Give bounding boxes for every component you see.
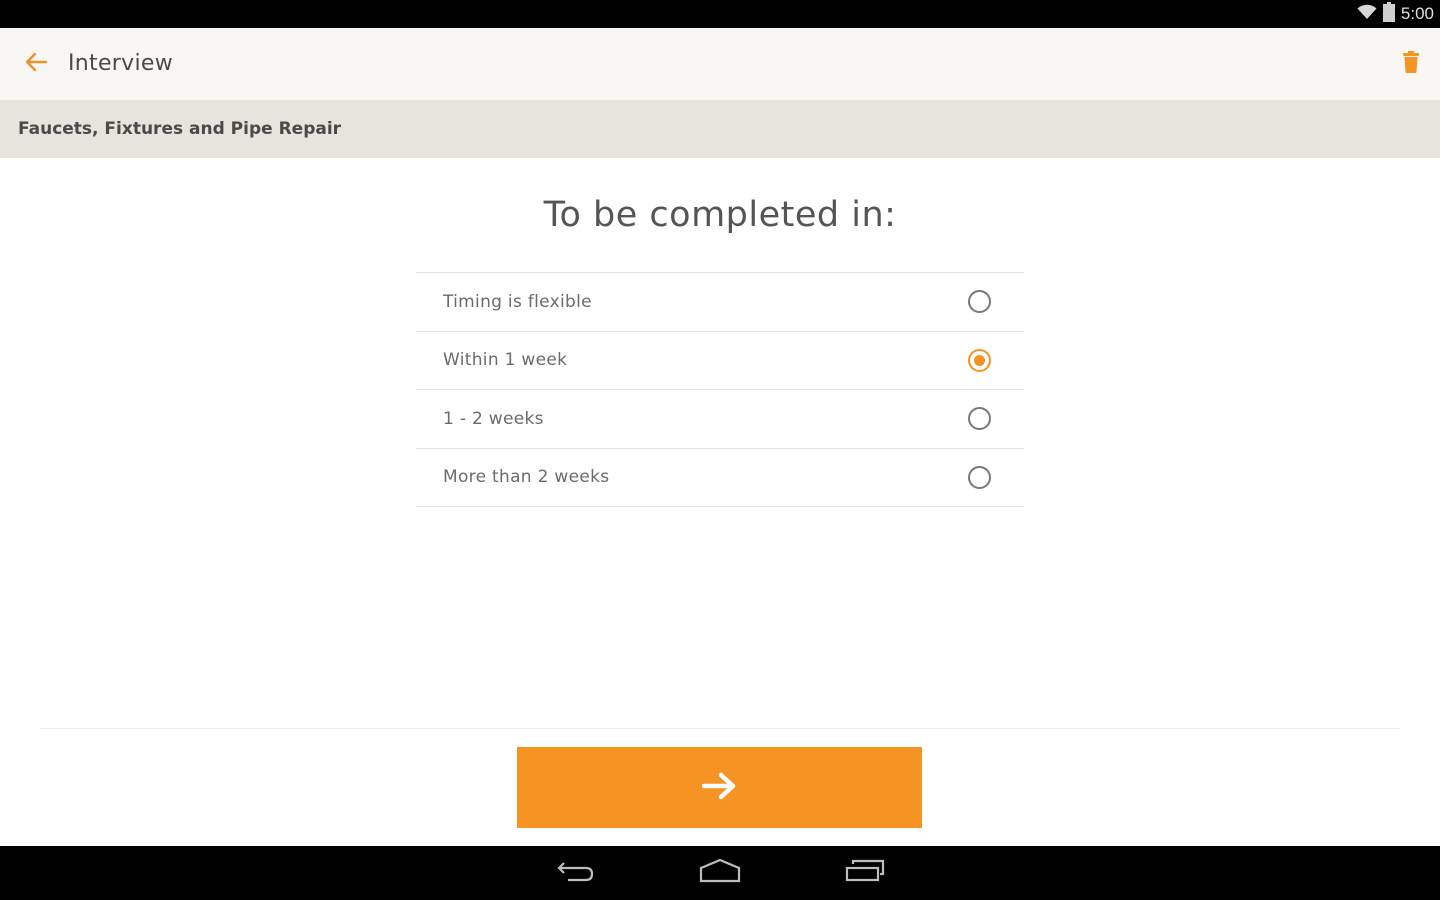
option-label: Timing is flexible xyxy=(443,291,592,312)
arrow-right-icon xyxy=(701,771,738,804)
category-bar: Faucets, Fixtures and Pipe Repair xyxy=(0,100,1440,158)
radio-button-selected[interactable] xyxy=(968,348,991,372)
footer-divider xyxy=(40,728,1400,729)
wifi-icon xyxy=(1357,4,1377,24)
status-icons: 5:00 xyxy=(1357,0,1434,28)
status-time: 5:00 xyxy=(1400,4,1434,23)
page-title: Interview xyxy=(68,51,173,76)
status-bar: 5:00 xyxy=(0,0,1440,28)
option-label: 1 - 2 weeks xyxy=(443,408,544,429)
nav-home-button[interactable] xyxy=(690,854,750,892)
radio-button[interactable] xyxy=(968,465,991,489)
options-list: Timing is flexible Within 1 week 1 - 2 w… xyxy=(416,272,1024,507)
next-button[interactable] xyxy=(517,747,922,828)
arrow-left-icon xyxy=(24,52,48,76)
option-within-1-week[interactable]: Within 1 week xyxy=(416,332,1024,390)
option-timing-flexible[interactable]: Timing is flexible xyxy=(416,273,1024,332)
option-1-2-weeks[interactable]: 1 - 2 weeks xyxy=(416,390,1024,449)
battery-icon xyxy=(1382,2,1395,26)
recent-apps-icon xyxy=(845,859,885,887)
trash-icon xyxy=(1403,51,1419,77)
option-more-than-2-weeks[interactable]: More than 2 weeks xyxy=(416,449,1024,507)
nav-recent-apps-button[interactable] xyxy=(835,854,895,892)
category-label: Faucets, Fixtures and Pipe Repair xyxy=(18,119,342,139)
radio-button[interactable] xyxy=(968,407,991,431)
option-label: More than 2 weeks xyxy=(443,467,610,488)
back-button[interactable] xyxy=(20,50,52,78)
question-title: To be completed in: xyxy=(543,195,897,235)
radio-dot xyxy=(974,354,985,366)
home-icon xyxy=(699,858,741,887)
app-bar: Interview xyxy=(0,28,1440,100)
radio-button[interactable] xyxy=(968,290,991,314)
delete-button[interactable] xyxy=(1398,50,1424,78)
nav-back-button[interactable] xyxy=(546,854,606,892)
back-icon xyxy=(556,859,596,887)
system-nav-bar xyxy=(0,846,1440,900)
option-label: Within 1 week xyxy=(443,350,568,371)
